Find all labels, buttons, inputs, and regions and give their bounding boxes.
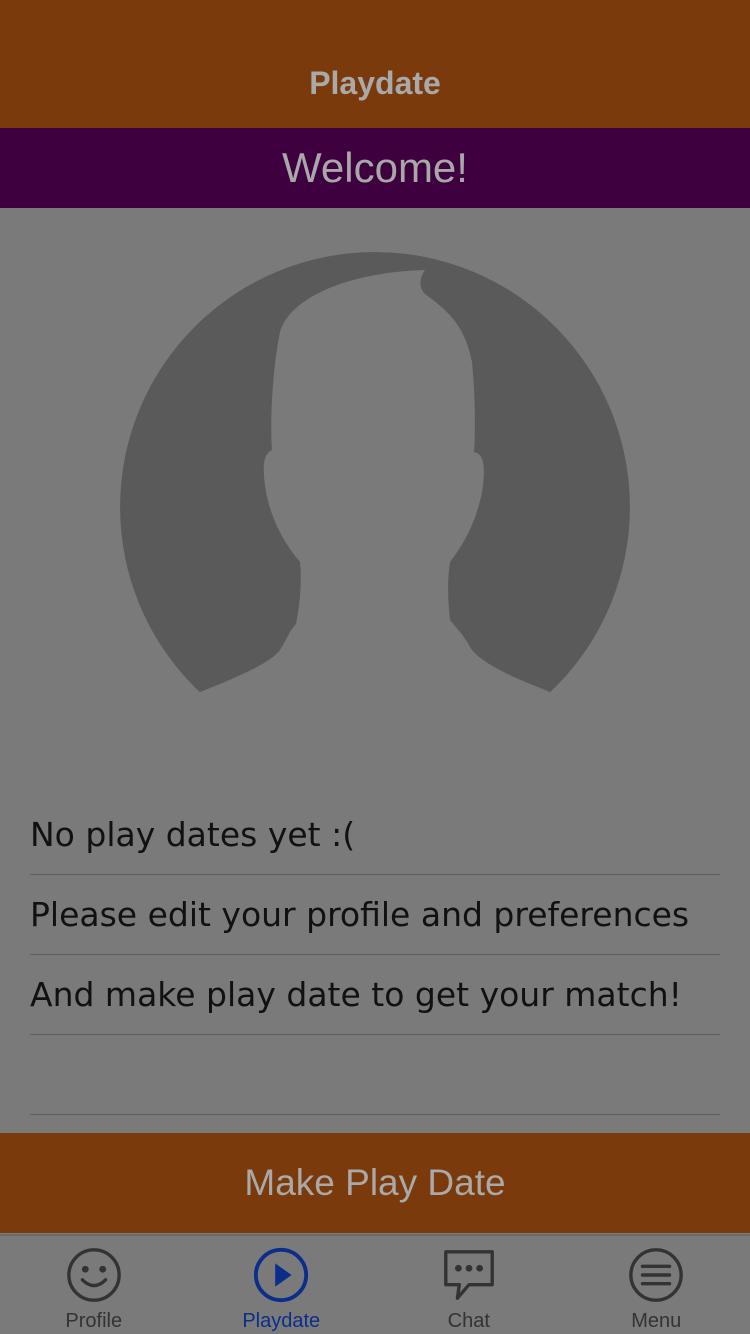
list-item: No play dates yet :( bbox=[30, 795, 720, 875]
playdate-screen: Playdate Welcome! No play dates yet :( P… bbox=[0, 0, 750, 1334]
page-title: Playdate bbox=[309, 65, 441, 101]
navigation-bar: Playdate bbox=[0, 0, 750, 128]
smiley-icon bbox=[66, 1248, 121, 1302]
list-item bbox=[30, 1035, 720, 1115]
tab-playdate[interactable]: Playdate bbox=[188, 1236, 376, 1334]
play-circle-icon bbox=[254, 1247, 309, 1303]
list-item: And make play date to get your match! bbox=[30, 955, 720, 1035]
tab-menu[interactable]: Menu bbox=[563, 1236, 750, 1334]
make-play-date-button[interactable]: Make Play Date bbox=[0, 1133, 750, 1233]
tab-label: Menu bbox=[631, 1310, 682, 1332]
avatar-placeholder-icon bbox=[120, 252, 630, 762]
tab-label: Chat bbox=[447, 1310, 490, 1332]
welcome-banner: Welcome! bbox=[0, 128, 750, 208]
tab-bar: Profile Playdate Chat Menu bbox=[0, 1234, 750, 1334]
tab-chat[interactable]: Chat bbox=[375, 1236, 563, 1334]
info-list: No play dates yet :( Please edit your pr… bbox=[30, 795, 720, 1115]
menu-icon bbox=[629, 1248, 684, 1302]
list-item: Please edit your profile and preferences bbox=[30, 875, 720, 955]
tab-profile[interactable]: Profile bbox=[0, 1236, 188, 1334]
tab-label: Playdate bbox=[242, 1310, 321, 1332]
chat-bubble-icon bbox=[443, 1250, 494, 1300]
tab-label: Profile bbox=[65, 1310, 123, 1332]
welcome-text: Welcome! bbox=[282, 144, 468, 191]
